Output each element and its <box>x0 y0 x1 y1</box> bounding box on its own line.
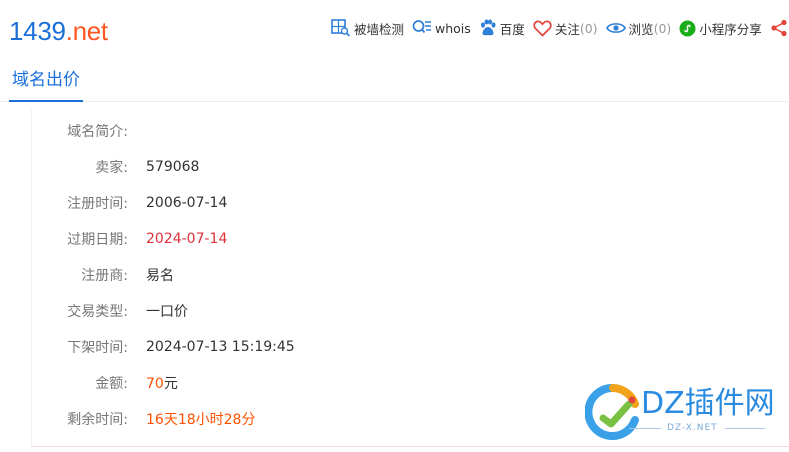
action-toolbar: 被墙检测 whois 百度 关注 (0) 浏览 (0) 小程序分享 <box>331 16 789 40</box>
registrar-label: 注册商: <box>81 268 128 284</box>
info-row-expire-date: 过期日期: 2024-07-14 <box>32 221 732 257</box>
baidu-paw-icon <box>479 19 500 37</box>
watermark-text: DZ插件网 <box>641 386 775 421</box>
share-icon <box>770 19 789 37</box>
heart-icon <box>533 20 555 37</box>
expire-value: 2024-07-14 <box>146 231 228 247</box>
seller-label: 卖家: <box>95 160 128 176</box>
domain-name: 1439 <box>9 16 66 46</box>
watermark: DZ插件网 DZ-X.NET <box>585 380 789 448</box>
miniprogram-share-button[interactable]: 小程序分享 <box>679 19 762 38</box>
info-row-delist-time: 下架时间: 2024-07-13 15:19:45 <box>32 329 732 365</box>
reg-time-label: 注册时间: <box>67 196 128 212</box>
baidu-button[interactable]: 百度 <box>479 19 525 38</box>
info-row-intro: 域名简介: <box>32 113 732 149</box>
watermark-rule-right <box>725 428 765 429</box>
blocked-check-icon <box>331 19 354 37</box>
remaining-label: 剩余时间: <box>67 412 128 428</box>
follow-label: 关注 <box>554 21 580 37</box>
views-count: (0) <box>653 20 672 36</box>
whois-button[interactable]: whois <box>412 19 471 37</box>
eye-icon <box>605 20 629 36</box>
blocked-check-label: 被墙检测 <box>354 21 405 37</box>
watermark-rule-left <box>629 428 661 429</box>
miniprogram-label: 小程序分享 <box>699 21 762 37</box>
trade-type-value: 一口价 <box>146 304 188 320</box>
whois-icon <box>412 19 435 37</box>
remaining-value: 16天18小时28分 <box>146 412 256 428</box>
watermark-sub: DZ-X.NET <box>667 423 718 433</box>
baidu-label: 百度 <box>499 21 525 37</box>
views-label: 浏览 <box>628 21 654 37</box>
domain-tld: .net <box>65 16 108 46</box>
follow-count: (0) <box>579 20 598 36</box>
miniprogram-icon <box>679 20 699 37</box>
trade-type-label: 交易类型: <box>67 304 128 320</box>
info-row-trade-type: 交易类型: 一口价 <box>32 293 732 329</box>
blocked-check-button[interactable]: 被墙检测 <box>331 19 404 38</box>
follow-button[interactable]: 关注 (0) <box>533 19 598 38</box>
price-amount: 70 <box>146 376 164 392</box>
info-row-registration-time: 注册时间: 2006-07-14 <box>32 185 732 221</box>
tab-domain-bid[interactable]: 域名出价 <box>9 62 83 102</box>
price-value: 70元 <box>146 373 178 393</box>
page-header: 1439.net 被墙检测 whois 百度 关注 (0) 浏览 (0) 小程序… <box>0 0 789 60</box>
domain-title: 1439.net <box>9 14 108 48</box>
views-button[interactable]: 浏览 (0) <box>605 19 672 38</box>
delist-label: 下架时间: <box>67 340 128 356</box>
registrar-value: 易名 <box>146 268 174 284</box>
share-button[interactable]: 分 <box>770 19 789 38</box>
price-unit: 元 <box>163 376 178 392</box>
seller-value: 579068 <box>146 159 200 175</box>
delist-value: 2024-07-13 15:19:45 <box>146 339 295 355</box>
info-row-seller: 卖家: 579068 <box>32 149 732 185</box>
intro-label: 域名简介: <box>67 124 128 140</box>
expire-label: 过期日期: <box>67 232 128 248</box>
price-label: 金额: <box>95 376 128 392</box>
whois-label: whois <box>435 20 471 36</box>
reg-time-value: 2006-07-14 <box>146 195 228 211</box>
info-row-registrar: 注册商: 易名 <box>32 257 732 293</box>
tab-bar: 域名出价 <box>0 62 789 102</box>
